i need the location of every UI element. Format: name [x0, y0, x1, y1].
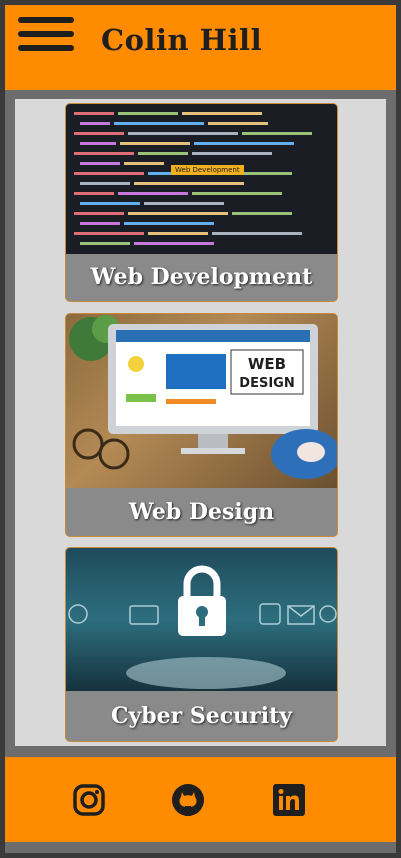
- card-cyber-security[interactable]: Cyber Security: [65, 547, 338, 742]
- web-design-graphic: WEB DESIGN: [69, 315, 337, 479]
- site-footer: [5, 757, 396, 842]
- main-content: Web Development Web Development WEB DESI…: [15, 99, 386, 746]
- page-frame: Colin Hill Web Development Web Developme…: [5, 5, 396, 853]
- svg-text:WEB: WEB: [248, 355, 286, 373]
- cyber-security-image: [66, 548, 337, 691]
- card-web-design[interactable]: WEB DESIGN Web Design: [65, 313, 338, 537]
- card-web-development[interactable]: Web Development Web Development: [65, 103, 338, 302]
- card-label: Web Development: [90, 264, 313, 290]
- site-header: Colin Hill: [5, 5, 396, 90]
- svg-text:DESIGN: DESIGN: [239, 376, 294, 391]
- linkedin-icon[interactable]: [272, 783, 306, 817]
- cyber-security-graphic: [68, 565, 337, 689]
- web-design-image: WEB DESIGN: [66, 314, 337, 488]
- github-icon[interactable]: [171, 783, 205, 817]
- code-image: Web Development: [66, 104, 337, 254]
- instagram-icon[interactable]: [72, 783, 106, 817]
- card-label: Web Design: [128, 499, 275, 525]
- site-title: Colin Hill: [101, 23, 263, 57]
- image-badge: Web Development: [171, 165, 244, 175]
- code-lines-graphic: [74, 112, 312, 245]
- hamburger-menu-icon[interactable]: [18, 17, 74, 53]
- card-label: Cyber Security: [110, 703, 293, 729]
